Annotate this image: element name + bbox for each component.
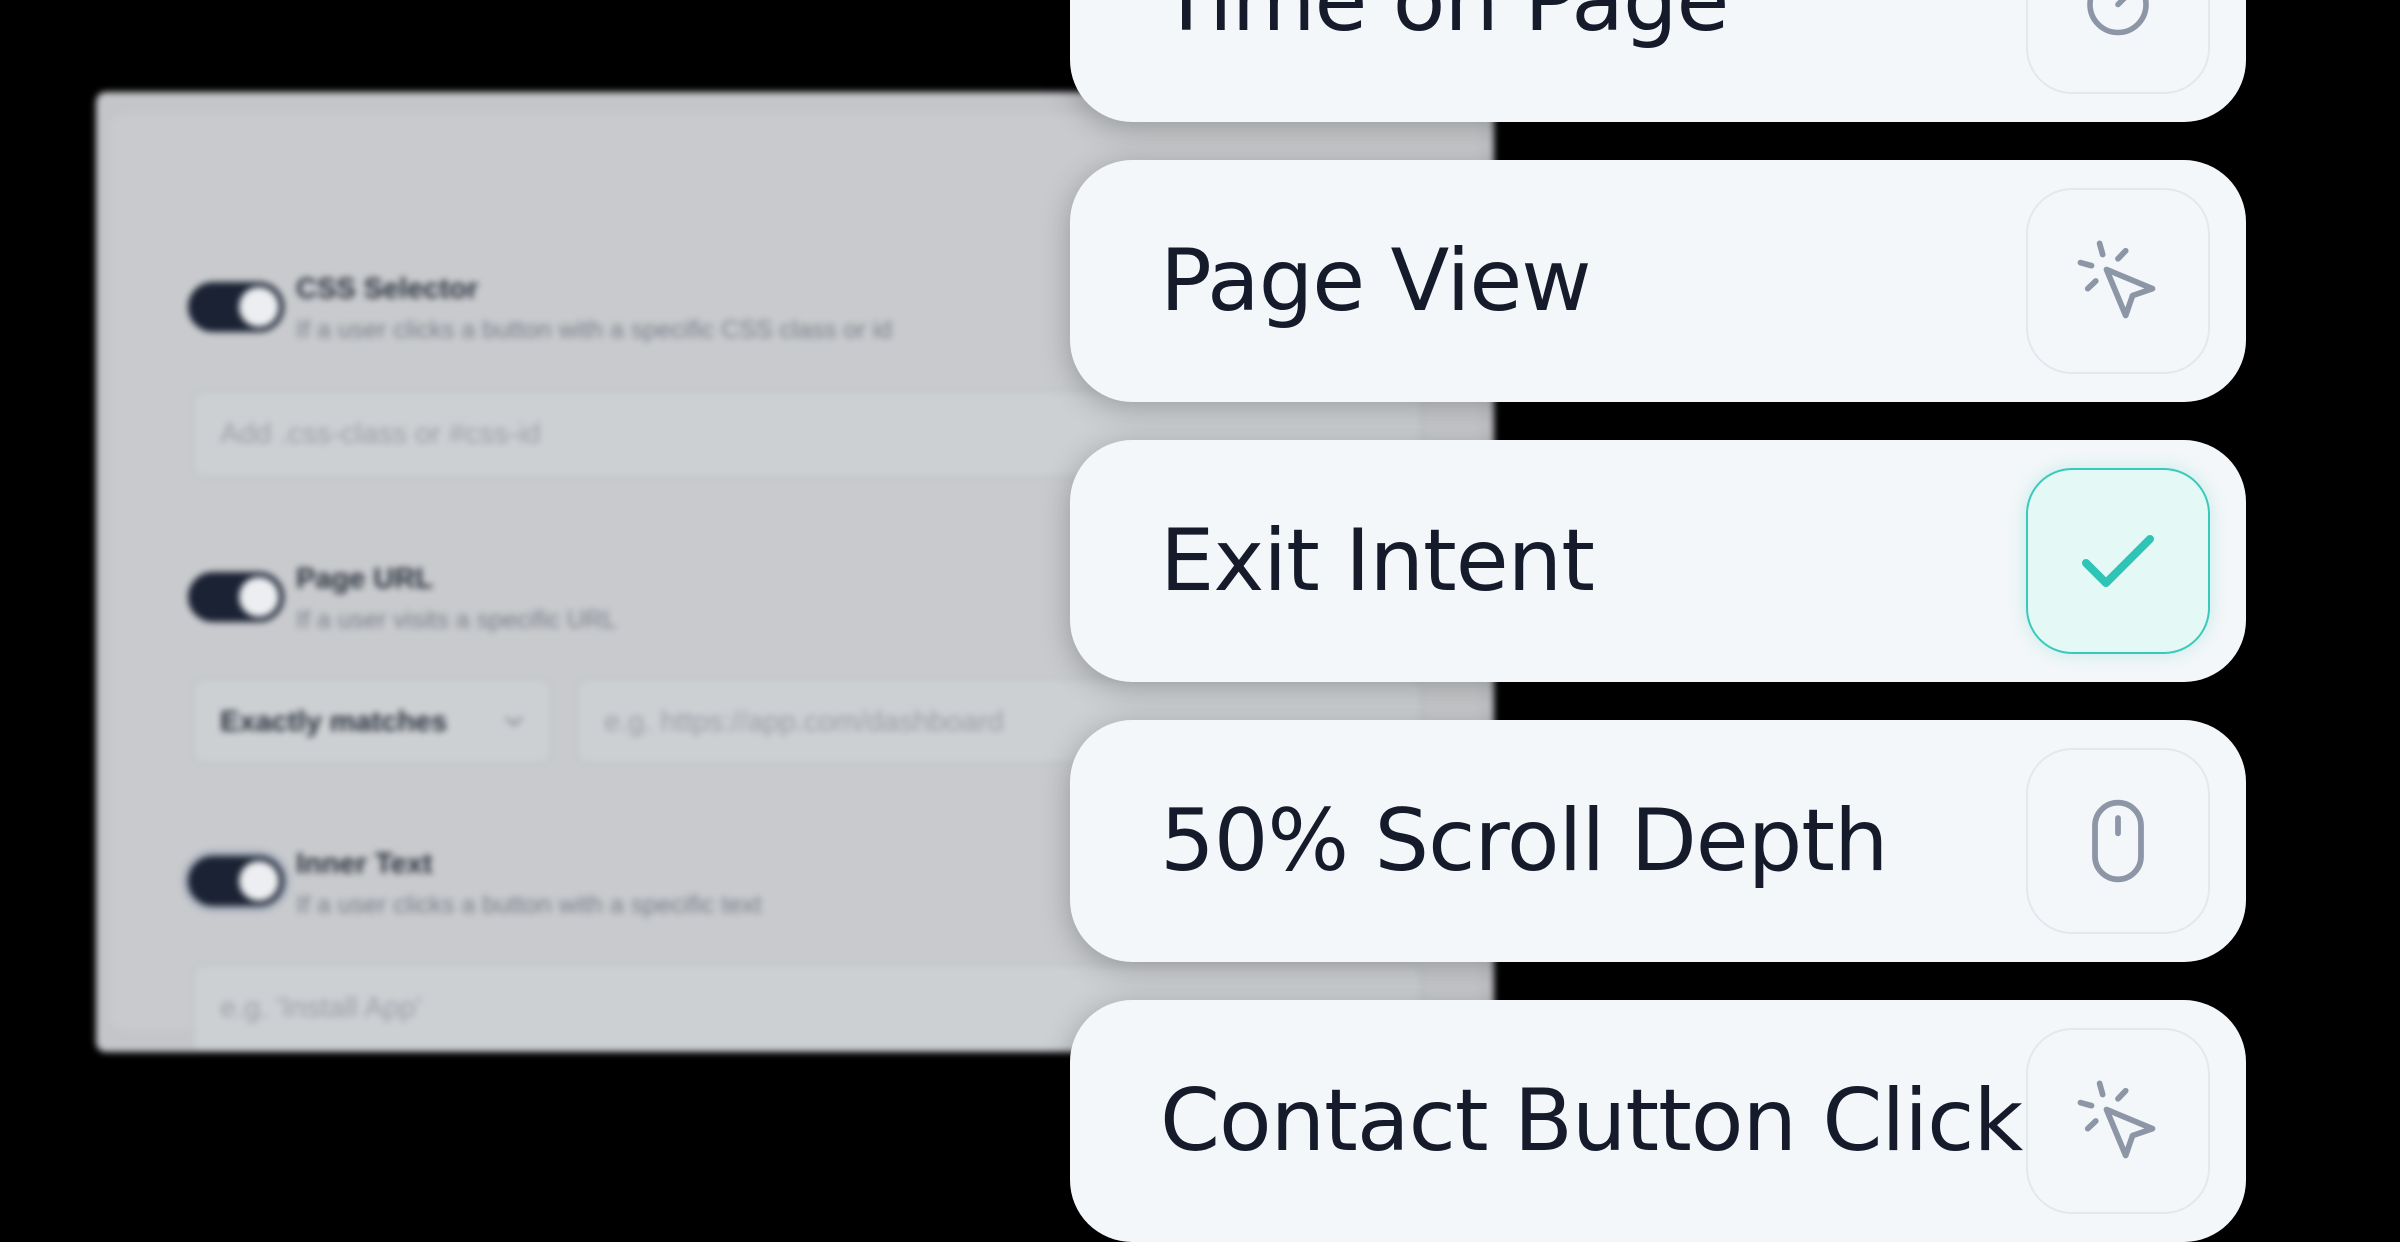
trigger-card-exit-intent[interactable]: Exit Intent bbox=[1070, 440, 2246, 682]
trigger-icon-box[interactable] bbox=[2026, 1028, 2210, 1214]
inner-text-toggle[interactable] bbox=[188, 856, 284, 906]
trigger-card-time-on-page[interactable]: Time on Page bbox=[1070, 0, 2246, 122]
page-url-placeholder: e.g. https://app.com/dashboard bbox=[604, 706, 1004, 738]
page-url-toggle[interactable] bbox=[188, 572, 284, 622]
trigger-icon-box[interactable] bbox=[2026, 0, 2210, 94]
inner-text-placeholder: e.g. 'Install App' bbox=[220, 992, 422, 1024]
toggle-knob bbox=[239, 287, 279, 327]
trigger-icon-box[interactable] bbox=[2026, 188, 2210, 374]
chevron-down-icon bbox=[505, 716, 523, 727]
toggle-knob bbox=[239, 861, 279, 901]
css-selector-description: If a user clicks a button with a specifi… bbox=[296, 316, 893, 344]
check-icon bbox=[2082, 535, 2154, 587]
css-selector-title: CSS Selector bbox=[296, 273, 479, 305]
page-url-description: If a user visits a specific URL bbox=[296, 606, 617, 634]
trigger-label: Exit Intent bbox=[1160, 511, 1595, 611]
trigger-label: Page View bbox=[1160, 231, 1592, 331]
page-url-title: Page URL bbox=[296, 563, 433, 595]
cursor-click-icon bbox=[2077, 240, 2156, 319]
url-match-value: Exactly matches bbox=[220, 706, 448, 738]
trigger-label: Contact Button Click bbox=[1160, 1071, 2023, 1171]
trigger-card-contact-button-click[interactable]: Contact Button Click bbox=[1070, 1000, 2246, 1242]
css-selector-placeholder: Add .css-class or #css-id bbox=[220, 418, 541, 450]
timer-icon bbox=[2087, 0, 2149, 36]
mouse-icon bbox=[2092, 799, 2144, 883]
trigger-label: 50% Scroll Depth bbox=[1160, 791, 1889, 891]
trigger-label: Time on Page bbox=[1160, 0, 1729, 51]
trigger-card-scroll-depth[interactable]: 50% Scroll Depth bbox=[1070, 720, 2246, 962]
url-match-select[interactable]: Exactly matches bbox=[192, 678, 552, 764]
css-selector-toggle[interactable] bbox=[188, 282, 284, 332]
trigger-card-page-view[interactable]: Page View bbox=[1070, 160, 2246, 402]
inner-text-description: If a user clicks a button with a specifi… bbox=[296, 891, 762, 919]
trigger-icon-box[interactable] bbox=[2026, 748, 2210, 934]
cursor-click-icon bbox=[2077, 1080, 2156, 1159]
trigger-check-box[interactable] bbox=[2026, 468, 2210, 654]
inner-text-title: Inner Text bbox=[296, 848, 433, 880]
toggle-knob bbox=[239, 577, 279, 617]
